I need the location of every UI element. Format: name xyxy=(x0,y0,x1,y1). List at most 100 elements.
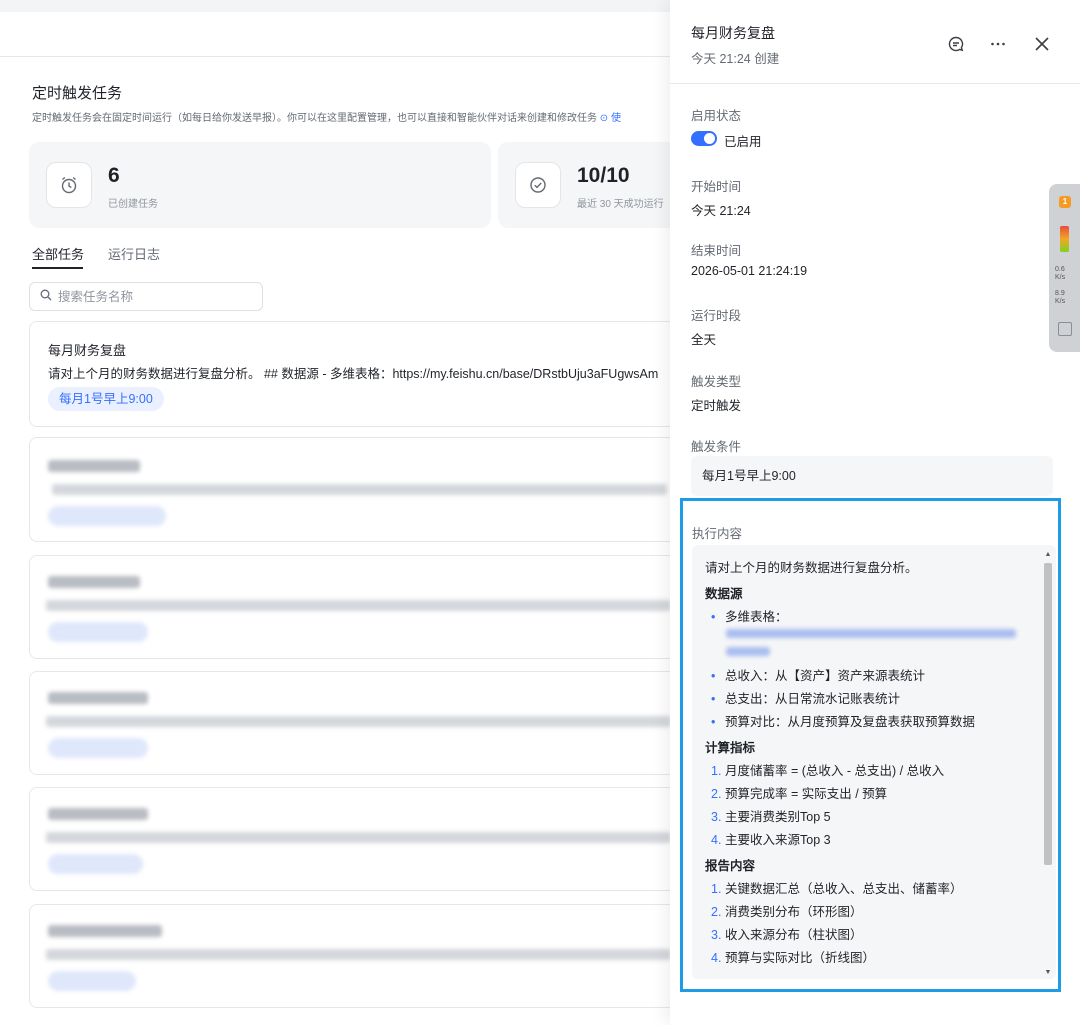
list-item: • 多维表格： xyxy=(705,606,1035,629)
network-stat-1: 0.6 K/s xyxy=(1055,266,1065,282)
list-item: 4. 预算与实际对比（折线图） xyxy=(705,947,1035,970)
list-item-text: 收入来源分布（柱状图） xyxy=(725,928,863,942)
task-card-redacted[interactable] xyxy=(29,671,689,775)
top-bar xyxy=(0,0,670,12)
panel-created-time: 今天 21:24 创建 xyxy=(691,52,780,66)
list-number: 4. xyxy=(711,833,722,847)
notification-badge: 1 xyxy=(1059,196,1071,208)
list-item: • 总收入：从【资产】资产来源表统计 xyxy=(705,665,1035,688)
run-period-label: 运行时段 xyxy=(691,309,742,323)
bullet: • xyxy=(711,610,716,624)
run-period-value: 全天 xyxy=(691,333,717,347)
list-number: 2. xyxy=(711,787,722,801)
close-icon[interactable] xyxy=(1030,32,1054,56)
list-item-text: 总支出：从日常流水记账表统计 xyxy=(725,692,901,706)
page-description-text: 定时触发任务会在固定时间运行（如每日给你发送早报）。你可以在这里配置管理，也可以… xyxy=(32,113,597,124)
scroll-up-arrow-icon[interactable]: ▲ xyxy=(1044,551,1052,559)
exec-heading-metrics: 计算指标 xyxy=(705,741,756,755)
scrollbar-thumb[interactable] xyxy=(1044,563,1052,865)
list-item: 2. 预算完成率 = 实际支出 / 预算 xyxy=(705,783,1035,806)
network-stat-unit: K/s xyxy=(1055,298,1066,305)
list-number: 1. xyxy=(711,882,722,896)
status-value: 已启用 xyxy=(724,135,762,149)
end-time-value: 2026-05-01 21:24:19 xyxy=(691,264,808,278)
redacted-title xyxy=(48,925,162,937)
redacted-description xyxy=(52,484,667,495)
trigger-type-label: 触发类型 xyxy=(691,375,742,389)
exec-heading-report: 报告内容 xyxy=(705,859,756,873)
search-input[interactable] xyxy=(58,289,248,304)
help-link[interactable]: ⊙ 使 xyxy=(600,113,621,124)
redacted-tag xyxy=(48,622,148,642)
redacted-link[interactable] xyxy=(705,629,1035,647)
stat-value: 6 xyxy=(108,164,120,187)
stat-label: 最近 30 天成功运行 xyxy=(577,199,664,210)
task-card-redacted[interactable] xyxy=(29,904,689,1008)
execution-content-text: 请对上个月的财务数据进行复盘分析。 数据源 • 多维表格： • 总收入：从【资产】资… xyxy=(705,557,1035,970)
list-item-text: 关键数据汇总（总收入、总支出、储蓄率） xyxy=(725,882,963,896)
task-card-redacted[interactable] xyxy=(29,787,689,891)
exec-heading-source: 数据源 xyxy=(705,587,743,601)
active-tab-indicator xyxy=(32,267,83,269)
bullet: • xyxy=(711,715,716,729)
exec-intro: 请对上个月的财务数据进行复盘分析。 xyxy=(705,561,918,575)
redacted-title xyxy=(48,460,140,472)
list-item-text: 预算与实际对比（折线图） xyxy=(725,951,876,965)
list-item: 4. 主要收入来源Top 3 xyxy=(705,829,1035,852)
end-time-label: 结束时间 xyxy=(691,244,742,258)
execution-content-box[interactable]: 请对上个月的财务数据进行复盘分析。 数据源 • 多维表格： • 总收入：从【资产】资… xyxy=(692,545,1056,979)
start-time-value: 今天 21:24 xyxy=(691,204,751,218)
redacted-tag xyxy=(48,971,136,991)
redacted-description xyxy=(46,949,671,960)
tab-run-log[interactable]: 运行日志 xyxy=(108,244,160,263)
task-card-redacted[interactable] xyxy=(29,437,689,542)
list-number: 4. xyxy=(711,951,722,965)
redacted-tag xyxy=(48,854,143,874)
list-number: 2. xyxy=(711,905,722,919)
scrollbar[interactable]: ▲ ▼ xyxy=(1044,551,1052,976)
list-number: 3. xyxy=(711,928,722,942)
network-stat-value: 0.6 xyxy=(1055,266,1065,273)
check-circle-icon xyxy=(515,162,561,208)
comment-icon[interactable] xyxy=(944,32,968,56)
task-card-redacted[interactable] xyxy=(29,555,689,659)
network-stat-value: 8.9 xyxy=(1055,290,1065,297)
list-item-text: 消费类别分布（环形图） xyxy=(725,905,863,919)
task-card[interactable]: 每月财务复盘 请对上个月的财务数据进行复盘分析。 ## 数据源 - 多维表格：h… xyxy=(29,321,689,427)
enabled-toggle[interactable] xyxy=(691,131,717,146)
list-item-text: 多维表格： xyxy=(725,610,788,624)
redacted-title xyxy=(48,576,140,588)
start-time-label: 开始时间 xyxy=(691,180,742,194)
list-item: • 总支出：从日常流水记账表统计 xyxy=(705,688,1035,711)
stat-card-created: 6 已创建任务 xyxy=(29,142,491,228)
scroll-down-arrow-icon[interactable]: ▼ xyxy=(1044,969,1052,977)
list-item: 3. 收入来源分布（柱状图） xyxy=(705,924,1035,947)
list-number: 3. xyxy=(711,810,722,824)
usage-meter-icon xyxy=(1060,226,1069,252)
redacted-link[interactable] xyxy=(705,647,1035,665)
stat-label: 已创建任务 xyxy=(108,199,158,210)
expand-icon[interactable] xyxy=(1058,322,1072,336)
tab-all-tasks[interactable]: 全部任务 xyxy=(32,244,84,263)
bullet: • xyxy=(711,669,716,683)
search-box[interactable] xyxy=(29,282,263,311)
task-schedule-tag: 每月1号早上9:00 xyxy=(48,387,164,411)
trigger-condition-value: 每月1号早上9:00 xyxy=(691,456,1053,496)
task-description: 请对上个月的财务数据进行复盘分析。 ## 数据源 - 多维表格：https://… xyxy=(48,367,659,381)
list-item-text: 总收入：从【资产】资产来源表统计 xyxy=(725,669,926,683)
trigger-type-value: 定时触发 xyxy=(691,399,742,413)
status-label: 启用状态 xyxy=(691,109,742,123)
list-item-text: 主要收入来源Top 3 xyxy=(725,833,831,847)
redacted-description xyxy=(46,832,671,843)
bullet: • xyxy=(711,692,716,706)
more-icon[interactable] xyxy=(986,32,1010,56)
stat-card-success: 10/10 最近 30 天成功运行 xyxy=(498,142,688,228)
list-item-text: 月度储蓄率 = (总收入 - 总支出) / 总收入 xyxy=(725,764,945,778)
network-stat-unit: K/s xyxy=(1055,274,1066,281)
redacted-description xyxy=(46,716,671,727)
search-icon xyxy=(40,289,52,304)
panel-divider xyxy=(670,83,1080,84)
floating-side-widget[interactable]: 1 0.6 K/s 8.9 K/s xyxy=(1049,184,1080,352)
execution-content-label: 执行内容 xyxy=(692,527,743,541)
panel-title: 每月财务复盘 xyxy=(691,25,775,41)
